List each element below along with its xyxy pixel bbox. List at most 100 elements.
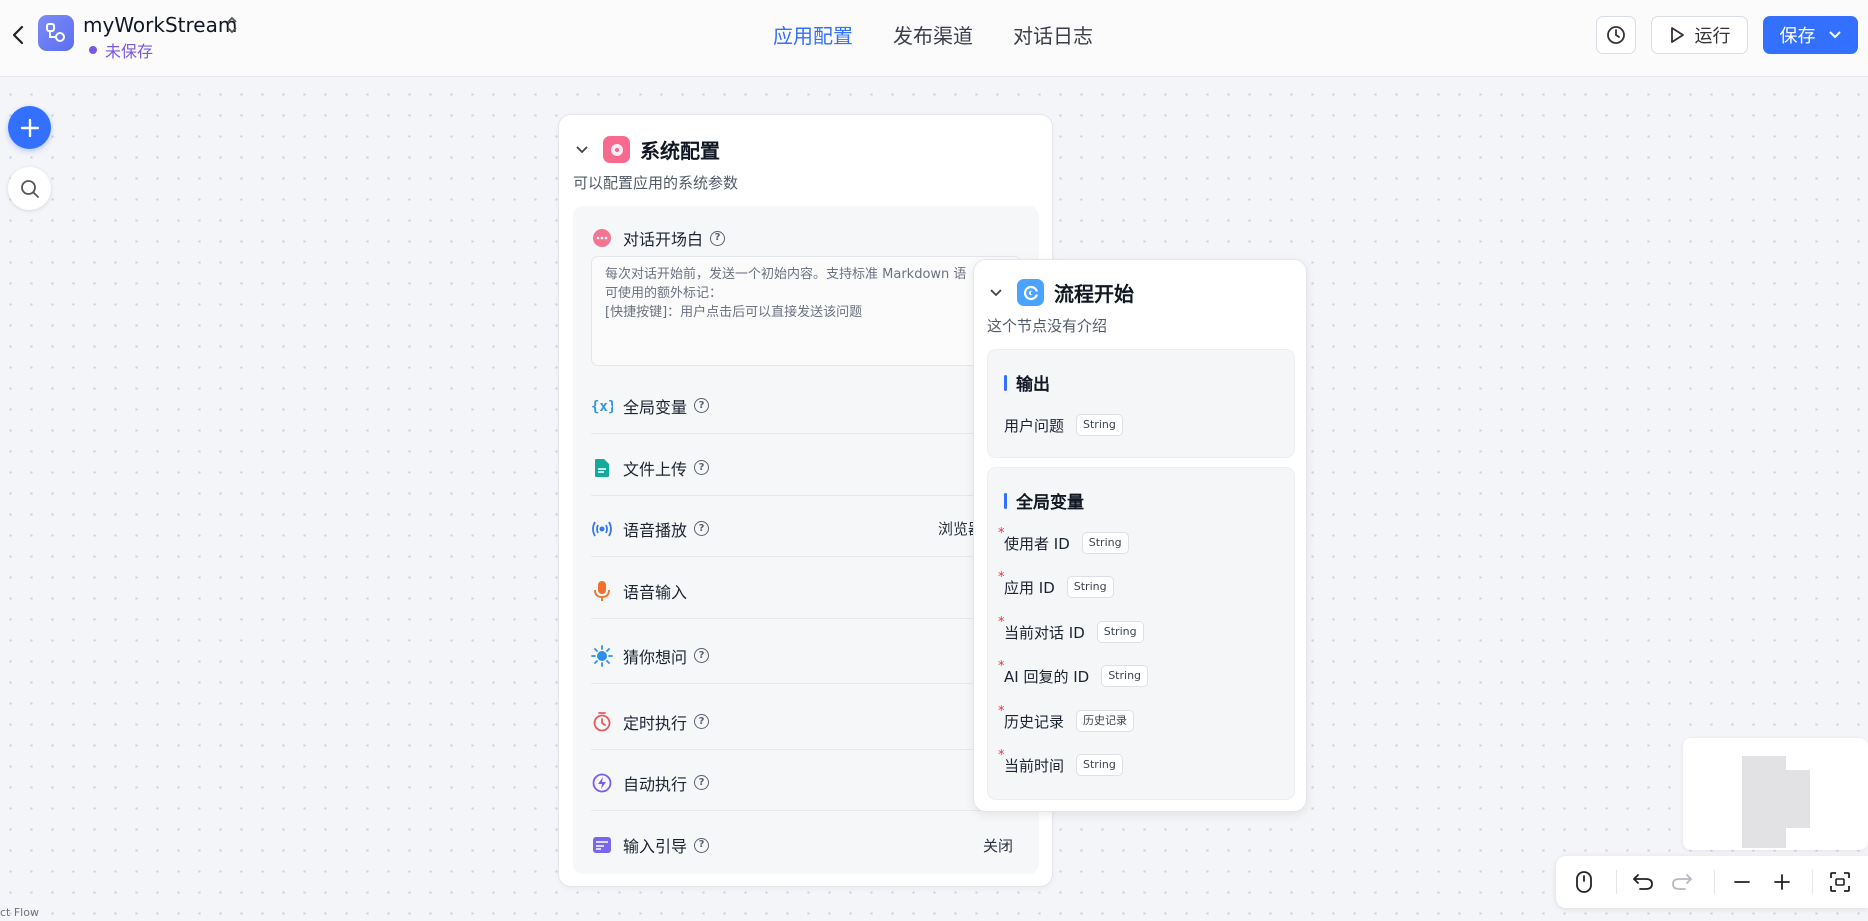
type-tag: String	[1101, 665, 1149, 687]
undo-button[interactable]	[1623, 862, 1663, 902]
zoom-out-button[interactable]	[1722, 862, 1762, 902]
fit-view-button[interactable]	[1820, 862, 1860, 902]
minus-icon	[1734, 881, 1750, 883]
setting-row-auto-run[interactable]: 自动执行 ?	[591, 755, 1021, 811]
tab-app-config[interactable]: 应用配置	[773, 20, 853, 49]
minimap-node	[1784, 770, 1810, 828]
required-asterisk: *	[998, 704, 1005, 719]
lightbulb-icon	[591, 644, 613, 667]
help-icon[interactable]: ?	[694, 775, 710, 790]
plus-icon	[1774, 874, 1790, 890]
help-icon[interactable]: ?	[694, 398, 710, 413]
opener-label-row: 对话开场白 ?	[591, 226, 726, 250]
canvas-toolbar	[1556, 856, 1868, 908]
help-icon[interactable]: ?	[694, 460, 710, 475]
setting-row-global-variables[interactable]: {x} 全局变量 ? +	[591, 378, 1021, 434]
setting-row-voice-playback[interactable]: 语音播放 ? 浏览器自带	[591, 501, 1021, 557]
clock-icon	[1607, 26, 1625, 44]
redo-button[interactable]	[1662, 862, 1702, 902]
variable-label: 应用 ID	[1004, 578, 1055, 597]
variable-label: 当前时间	[1004, 756, 1065, 775]
zoom-in-button[interactable]	[1762, 862, 1802, 902]
history-button[interactable]	[1596, 16, 1636, 54]
undo-icon	[1633, 874, 1653, 890]
back-arrow-icon[interactable]	[8, 22, 28, 48]
type-tag: String	[1066, 576, 1114, 598]
setting-value[interactable]: 关闭	[983, 835, 1013, 856]
nav-tabs: 应用配置 发布渠道 对话日志	[773, 20, 1093, 49]
app-switch-chevron-icon[interactable]	[225, 14, 239, 36]
run-label: 运行	[1694, 26, 1731, 47]
global-variable-item: * AI 回复的 ID String	[998, 659, 1149, 687]
required-asterisk: *	[998, 526, 1005, 541]
flow-start-node[interactable]: 流程开始 这个节点没有介绍 输出 用户问题 String 全局变量 * 使用者 …	[973, 259, 1307, 812]
variable-label: 历史记录	[1004, 712, 1065, 731]
help-icon[interactable]: ?	[694, 648, 710, 663]
variable-label: 当前对话 ID	[1004, 623, 1085, 642]
required-asterisk: *	[998, 570, 1005, 585]
system-config-header: 系统配置	[573, 135, 720, 164]
output-title: 输出	[1016, 375, 1050, 395]
toolbar-divider	[1812, 870, 1813, 894]
setting-row-file-upload[interactable]: 文件上传 ?	[591, 440, 1021, 496]
global-variable-item: * 当前对话 ID String	[998, 615, 1144, 643]
svg-text:{x}: {x}	[591, 399, 613, 415]
help-icon[interactable]: ?	[710, 230, 726, 246]
output-section: 输出 用户问题 String	[987, 349, 1295, 458]
flow-start-icon	[1017, 279, 1044, 306]
play-icon	[1670, 27, 1684, 43]
type-tag: 历史记录	[1076, 710, 1135, 732]
section-accent-bar	[1004, 374, 1007, 391]
required-asterisk: *	[998, 659, 1005, 674]
help-icon[interactable]: ?	[694, 837, 710, 853]
lightning-icon	[591, 772, 613, 794]
save-button[interactable]: 保存	[1763, 16, 1858, 54]
run-button[interactable]: 运行	[1651, 16, 1748, 54]
required-asterisk: *	[998, 748, 1005, 763]
collapse-chevron-icon[interactable]	[573, 141, 591, 159]
voice-broadcast-icon	[591, 518, 613, 540]
output-item: 用户问题 String	[1004, 414, 1123, 436]
tab-chat-logs[interactable]: 对话日志	[1013, 20, 1093, 49]
minimap[interactable]	[1683, 738, 1868, 850]
opener-label: 对话开场白	[623, 230, 704, 249]
help-icon[interactable]: ?	[694, 521, 710, 536]
variable-label: AI 回复的 ID	[1004, 667, 1090, 686]
flow-start-description: 这个节点没有介绍	[987, 317, 1108, 335]
global-variable-item: * 使用者 ID String	[998, 526, 1129, 554]
global-variables-section: 全局变量 * 使用者 ID String * 应用 ID String * 当前…	[987, 467, 1295, 800]
variable-label: 使用者 ID	[1004, 534, 1070, 553]
setting-label: 全局变量	[623, 397, 688, 417]
redo-icon	[1672, 874, 1692, 890]
chevron-down-icon	[1828, 31, 1841, 39]
setting-label: 输入引导	[623, 837, 688, 856]
add-node-button[interactable]	[8, 106, 51, 149]
setting-row-scheduled-run[interactable]: 定时执行 ? 关	[591, 694, 1021, 750]
save-label: 保存	[1779, 26, 1816, 47]
setting-row-suggested-questions[interactable]: 猜你想问 ?	[591, 628, 1021, 684]
flow-start-title: 流程开始	[1054, 282, 1134, 306]
save-status-label: 未保存	[105, 42, 154, 61]
opener-textarea[interactable]: 每次对话开始前，发送一个初始内容。支持标准 Markdown 语 可使用的额外标…	[591, 256, 1021, 366]
setting-label: 定时执行	[623, 713, 688, 733]
type-tag: String	[1076, 414, 1123, 436]
output-label: 用户问题	[1004, 416, 1065, 435]
globals-section-title: 全局变量	[1004, 488, 1084, 513]
section-accent-bar	[1004, 492, 1007, 509]
react-flow-attribution[interactable]: ct Flow	[0, 906, 39, 919]
tab-publish-channel[interactable]: 发布渠道	[893, 20, 973, 49]
global-variable-item: * 应用 ID String	[998, 570, 1114, 598]
setting-row-voice-input[interactable]: 语音输入	[591, 563, 1021, 619]
setting-row-input-guide[interactable]: 输入引导 ? 关闭	[591, 817, 1021, 873]
global-variable-item: * 当前时间 String	[998, 748, 1123, 776]
search-node-button[interactable]	[8, 167, 51, 210]
toolbar-divider	[1714, 870, 1715, 894]
help-icon[interactable]: ?	[694, 714, 710, 729]
setting-label: 语音输入	[623, 582, 688, 602]
top-header: myWorkStream 未保存 应用配置 发布渠道 对话日志 运行 保存	[0, 0, 1868, 77]
collapse-chevron-icon[interactable]	[987, 284, 1005, 302]
global-variable-item: * 历史记录 历史记录	[998, 704, 1135, 732]
mouse-mode-button[interactable]	[1564, 862, 1604, 902]
type-tag: String	[1096, 621, 1144, 643]
system-config-settings: 对话开场白 ? 每次对话开始前，发送一个初始内容。支持标准 Markdown 语…	[573, 206, 1039, 874]
